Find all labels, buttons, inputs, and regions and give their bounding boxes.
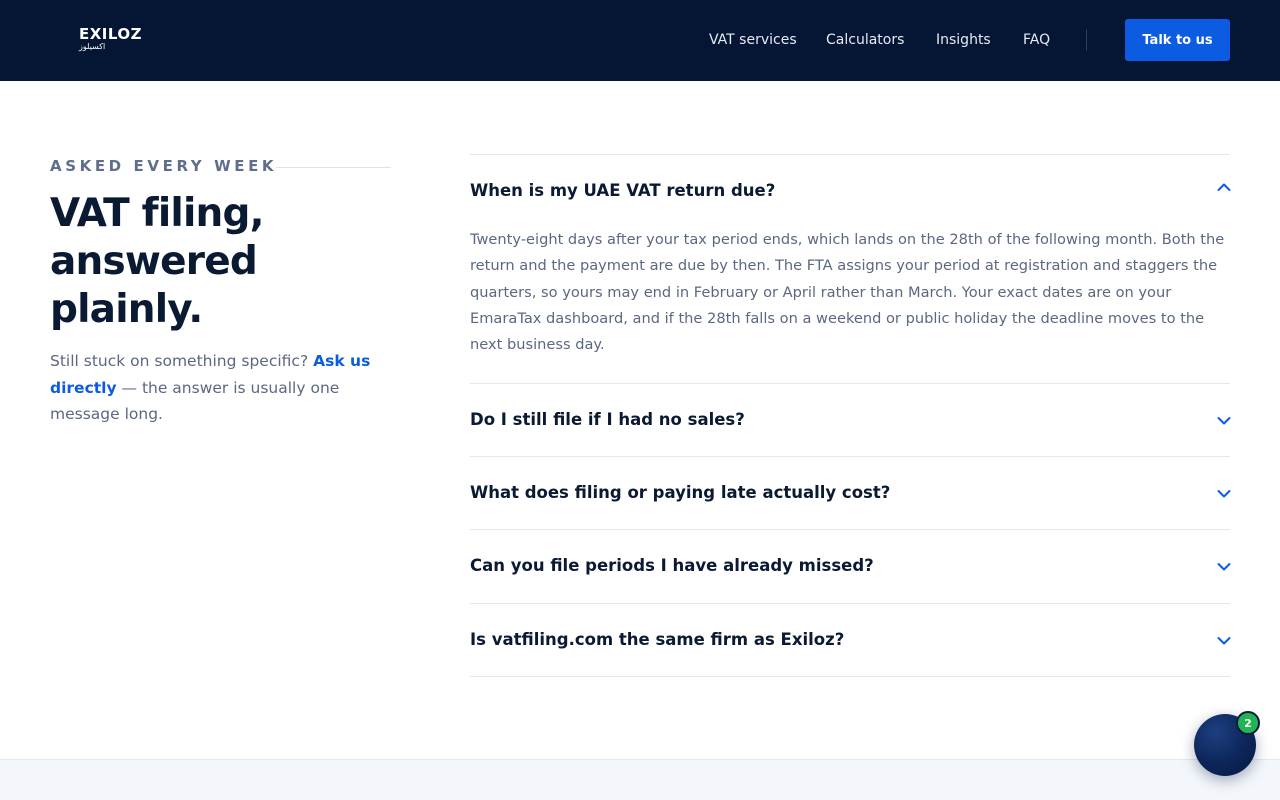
- faq-answer: Twenty-eight days after your tax period …: [470, 231, 1225, 354]
- chevron-down-icon[interactable]: [1216, 413, 1232, 429]
- faq-question-no-sales[interactable]: Do I still file if I had no sales?: [470, 408, 745, 432]
- nav-divider: [1086, 29, 1087, 51]
- headline-line: plainly.: [50, 287, 203, 332]
- chevron-down-icon[interactable]: [1216, 633, 1232, 649]
- site-header: EXILOZ اكسيلوز VAT services Calculators …: [0, 0, 1280, 81]
- headline-line: VAT filing,: [50, 191, 264, 236]
- faq-divider: [470, 603, 1230, 604]
- eyebrow-rule: [276, 167, 391, 168]
- faq-divider: [470, 676, 1230, 677]
- headline-line: answered: [50, 239, 258, 284]
- faq-question-late-cost[interactable]: What does filing or paying late actually…: [470, 481, 890, 505]
- section-lede: Still stuck on something specific? Ask u…: [50, 348, 380, 428]
- nav-link-vat-services[interactable]: VAT services: [709, 30, 797, 50]
- section-headline: VAT filing, answered plainly.: [50, 190, 410, 334]
- faq-question-missed-periods[interactable]: Can you file periods I have already miss…: [470, 554, 874, 578]
- chevron-down-icon[interactable]: [1216, 559, 1232, 575]
- faq-question-vat-return-due[interactable]: When is my UAE VAT return due?: [470, 179, 775, 203]
- exiloz-logo[interactable]: EXILOZ اكسيلوز: [79, 27, 149, 53]
- nav-link-insights[interactable]: Insights: [936, 30, 991, 50]
- talk-to-us-button[interactable]: Talk to us: [1125, 19, 1230, 61]
- chevron-up-icon[interactable]: [1216, 179, 1232, 195]
- faq-divider: [470, 383, 1230, 384]
- lede-text: Still stuck on something specific?: [50, 352, 314, 370]
- section-eyebrow: ASKED EVERY WEEK: [50, 157, 278, 175]
- faq-divider: [470, 456, 1230, 457]
- faq-question-same-firm[interactable]: Is vatfiling.com the same firm as Exiloz…: [470, 628, 844, 652]
- next-section-band: [0, 759, 1280, 800]
- nav-link-faq[interactable]: FAQ: [1023, 30, 1050, 50]
- faq-divider: [470, 529, 1230, 530]
- faq-divider: [470, 154, 1230, 155]
- logo-arabic-wordmark: اكسيلوز: [79, 42, 106, 51]
- chevron-down-icon[interactable]: [1216, 486, 1232, 502]
- chat-unread-badge: 2: [1236, 711, 1260, 735]
- logo-wordmark: EXILOZ: [79, 25, 143, 43]
- nav-link-calculators[interactable]: Calculators: [826, 30, 904, 50]
